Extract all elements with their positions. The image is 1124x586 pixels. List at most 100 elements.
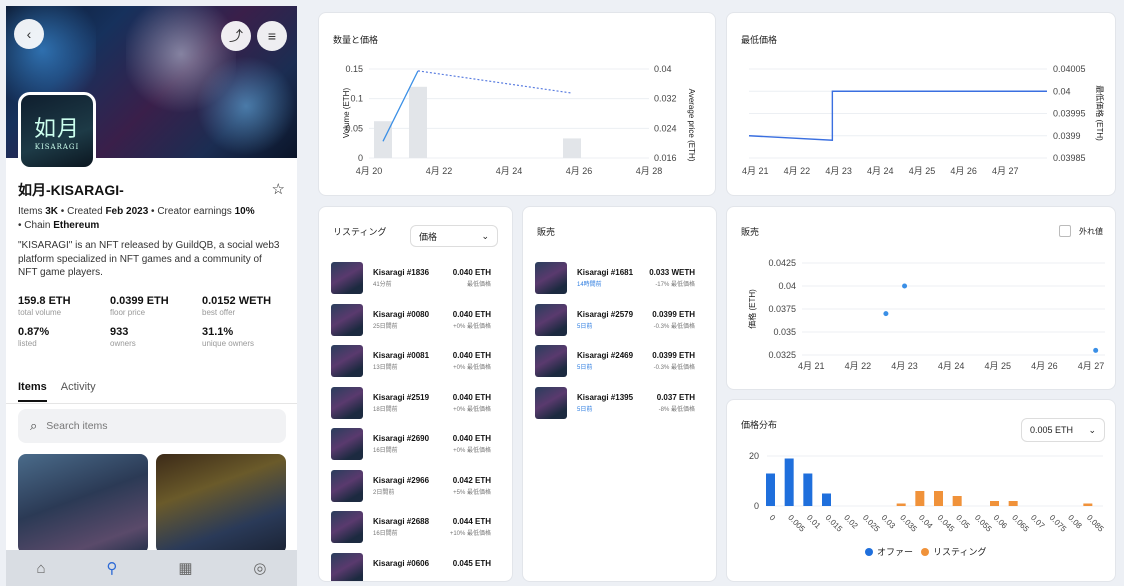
nft-time: 5日前	[577, 323, 593, 330]
histogram-bar	[934, 491, 943, 506]
list-item[interactable]: Kisaragi #2688 16日間前 0.044 ETH +10% 最低価格	[331, 511, 491, 543]
x-tick-label: 4月 27	[992, 166, 1019, 176]
x-tick-label: 0	[768, 513, 778, 523]
legend-swatch	[865, 548, 873, 556]
chevron-left-icon: ‹	[26, 26, 32, 42]
nft-price: 0.037 ETH	[656, 392, 695, 402]
nft-name: Kisaragi #1836	[373, 268, 430, 277]
collection-meta: Items 3K • Created Feb 2023 • Creator ea…	[18, 206, 255, 231]
search-icon: ⌕	[30, 418, 38, 433]
tab-items[interactable]: Items	[18, 381, 47, 402]
list-item[interactable]: Kisaragi #2579 5日前 0.0399 ETH -0.3% 最低価格	[535, 303, 695, 336]
y-tick-label: 0.03985	[1053, 153, 1086, 163]
nft-thumbnail	[535, 345, 567, 377]
nft-time: 41分前	[373, 282, 392, 288]
listing-sort-dropdown[interactable]: 価格 ⌄	[410, 225, 498, 247]
histogram-bar	[784, 458, 794, 506]
y2-tick-label: 0.032	[654, 94, 677, 104]
x-tick-label: 4月 23	[825, 166, 852, 176]
stat-total-volume: 159.8 ETH total volume	[18, 295, 71, 317]
x-tick-label: 0.035	[898, 513, 919, 534]
home-icon[interactable]: ⌂	[36, 560, 45, 577]
collection-title: 如月-KISARAGI-	[18, 182, 124, 198]
nft-price: 0.040 ETH	[452, 351, 491, 360]
nft-name: Kisaragi #2579	[577, 309, 634, 319]
histogram-bar	[915, 491, 925, 506]
share-button[interactable]: ⤴	[221, 21, 251, 51]
list-item[interactable]: Kisaragi #2690 16日間前 0.040 ETH +0% 最低価格	[331, 428, 491, 460]
filter-button[interactable]: ≡	[257, 21, 287, 51]
search-icon[interactable]: ⚲	[106, 559, 117, 577]
list-item[interactable]: Kisaragi #2519 18日間前 0.040 ETH +0% 最低価格	[331, 386, 491, 419]
x-tick-label: 4月 22	[426, 166, 453, 176]
profile-icon[interactable]: ◎	[253, 559, 266, 577]
sale-point	[1093, 347, 1099, 353]
y-tick-label: 0.0375	[768, 304, 796, 314]
nft-price-diff: +0% 最低価格	[453, 365, 491, 371]
nft-thumbnail	[331, 262, 363, 294]
nft-name: Kisaragi #2519	[373, 392, 430, 402]
x-tick-label: 0.005	[786, 513, 807, 534]
nft-time: 13日間前	[373, 365, 398, 371]
x-tick-label: 4月 25	[985, 361, 1012, 371]
item-card[interactable]	[18, 454, 148, 554]
nft-time: 5日前	[577, 365, 593, 371]
histogram-bar	[1008, 501, 1018, 506]
filter-icon: ≡	[267, 28, 277, 44]
nft-time: 5日前	[577, 406, 593, 413]
floor-price-card: 最低価格 0.03985 0.0399 0.03995 0.04 0.04005 4月 2…	[726, 12, 1116, 196]
nft-time: 2日間前	[373, 489, 395, 496]
histogram-bar	[803, 473, 813, 506]
stat-listed: 0.87% listed	[18, 326, 50, 348]
list-item[interactable]: Kisaragi #2966 2日間前 0.042 ETH +5% 最低価格	[331, 469, 491, 502]
stat-owners: 933 owners	[110, 326, 136, 348]
histogram-bar	[1083, 503, 1093, 506]
nft-price-diff: +0% 最低価格	[453, 448, 491, 454]
list-item[interactable]: Kisaragi #1681 14時間前 0.033 WETH -17% 最低価格	[535, 262, 695, 294]
y2-tick-label: 0.024	[654, 123, 677, 133]
nft-price-diff: -0.3% 最低価格	[653, 365, 695, 371]
x-tick-label: 4月 21	[798, 361, 825, 371]
bottom-nav: ⌂ ⚲ ▦ ◎	[6, 550, 297, 586]
nft-price: 0.040 ETH	[452, 268, 491, 277]
nft-price-diff: -0.3% 最低価格	[653, 323, 695, 330]
list-item[interactable]: Kisaragi #0081 13日間前 0.040 ETH +0% 最低価格	[331, 345, 491, 377]
stat-unique-owners: 31.1% unique owners	[202, 326, 255, 348]
list-item[interactable]: Kisaragi #0080 25日間前 0.040 ETH +0% 最低価格	[331, 303, 491, 336]
item-card[interactable]	[156, 454, 286, 554]
list-item[interactable]: Kisaragi #1395 5日前 0.037 ETH -8% 最低価格	[535, 386, 695, 419]
star-icon[interactable]: ☆	[272, 180, 285, 198]
back-button[interactable]: ‹	[14, 19, 44, 49]
list-item[interactable]: Kisaragi #2469 5日前 0.0399 ETH -0.3% 最低価格	[535, 345, 695, 377]
nft-thumbnail	[331, 386, 363, 419]
y-tick-label: 0	[754, 501, 759, 511]
nft-price-diff: +0% 最低価格	[453, 406, 491, 413]
y-tick-label: 0.0325	[768, 350, 796, 360]
nft-price-diff: 最低価格	[466, 282, 491, 288]
nft-name: Kisaragi #1395	[577, 392, 634, 402]
nft-name: Kisaragi #2469	[577, 351, 634, 360]
nft-thumbnail	[331, 511, 363, 543]
floor-price-chart: 0.03985 0.0399 0.03995 0.04 0.04005 4月 21 4月 2…	[742, 64, 1105, 176]
card-title: 販売	[537, 227, 556, 237]
x-tick-label: 0.06	[992, 513, 1010, 531]
collection-logo: 如月 KISARAGI	[18, 92, 96, 170]
y-axis-label: 最低価格 (ETH)	[1095, 85, 1105, 141]
nft-price: 0.040 ETH	[452, 434, 491, 443]
search-input[interactable]: ⌕ Search items	[18, 409, 286, 443]
nft-name: Kisaragi #0080	[373, 309, 430, 319]
y-axis-label: 価格 (ETH)	[747, 289, 757, 329]
nft-time: 16日間前	[373, 531, 398, 537]
calendar-icon[interactable]: ▦	[178, 559, 192, 577]
y-tick-label: 0.0399	[1053, 131, 1081, 141]
histogram-bar	[896, 503, 906, 506]
nft-name: Kisaragi #0081	[373, 351, 430, 360]
tab-activity[interactable]: Activity	[61, 381, 96, 402]
y-tick-label: 0.035	[773, 327, 796, 337]
y-axis-label: Volume (ETH)	[342, 88, 351, 139]
y-tick-label: 0.1	[350, 94, 363, 104]
list-item[interactable]: Kisaragi #0606 0.045 ETH	[331, 552, 491, 581]
sales-scatter-chart: 0.0325 0.035 0.0375 0.04 0.0425 4月 21 4月 22 4月 …	[747, 258, 1105, 371]
list-item[interactable]: Kisaragi #1836 41分前 0.040 ETH 最低価格	[331, 262, 491, 294]
x-tick-label: 0.075	[1048, 513, 1069, 534]
